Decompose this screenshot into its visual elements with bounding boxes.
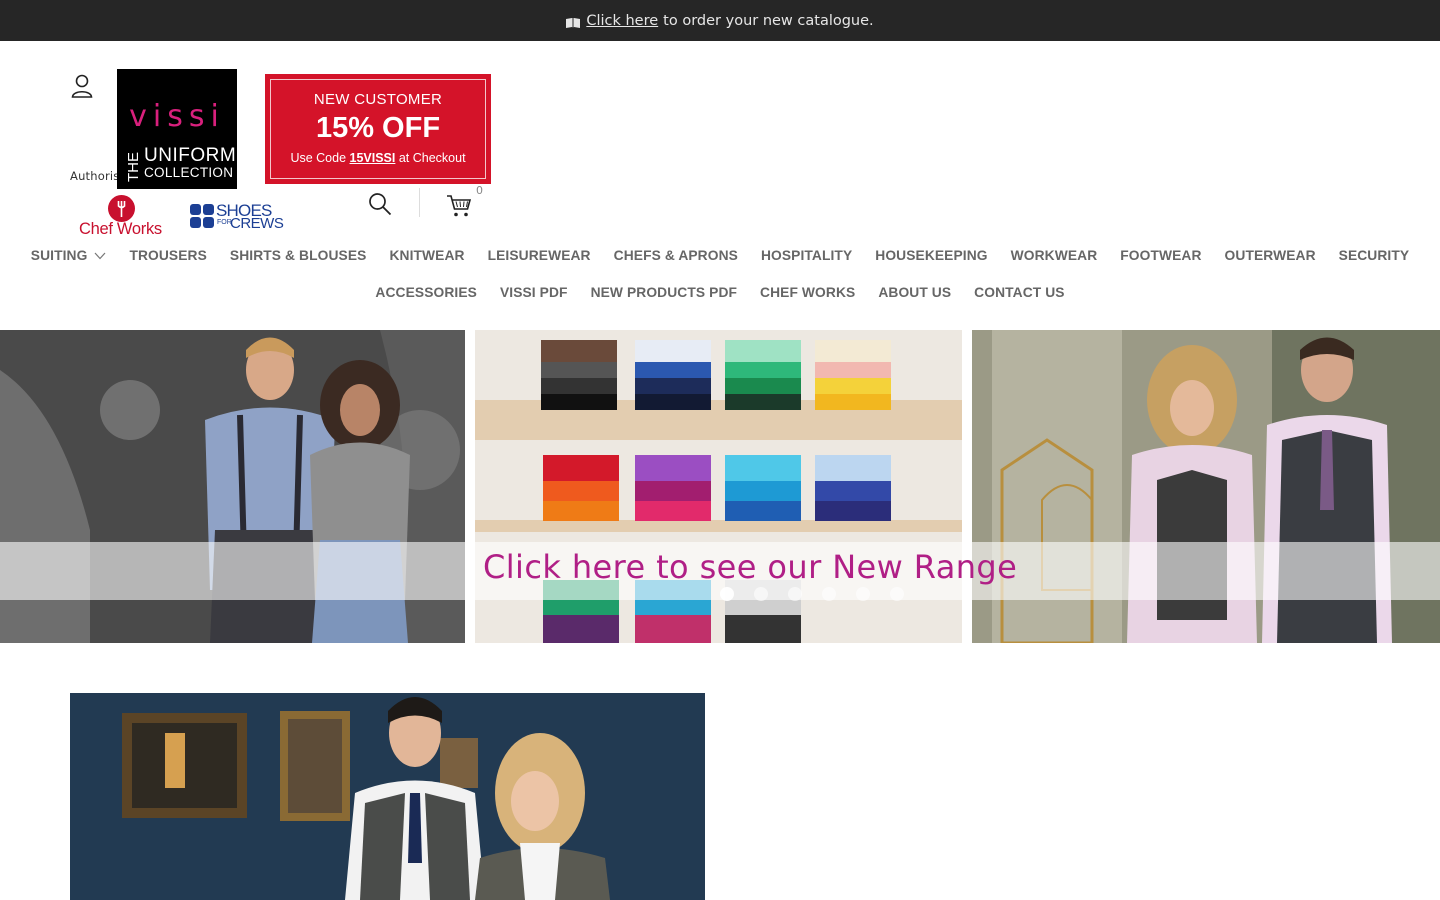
logo-the-text: THE: [125, 152, 142, 182]
chefworks-partner-logo[interactable]: Chef Works: [78, 195, 168, 240]
authorised-text: Authoris: [70, 169, 120, 183]
chefworks-emblem: [108, 195, 135, 222]
announcement-text: to order your new catalogue.: [663, 12, 874, 29]
nav-item-contact-us[interactable]: CONTACT US: [974, 285, 1064, 300]
nav-item-suiting[interactable]: SUITING: [31, 248, 107, 263]
nav-item-accessories[interactable]: ACCESSORIES: [375, 285, 477, 300]
cart-icon[interactable]: [446, 194, 472, 218]
header-divider: [419, 188, 420, 217]
slider-dot-5[interactable]: [856, 587, 870, 601]
logo-uniform-text: UNIFORM: [144, 145, 237, 166]
nav-item-footwear[interactable]: FOOTWEAR: [1120, 248, 1201, 263]
sfc-emblem-icon: [190, 204, 214, 228]
announcement-bar: Click here to order your new catalogue.: [0, 0, 1440, 41]
promo-code: 15VISSI: [349, 151, 396, 165]
promo-discount: 15% OFF: [315, 112, 441, 144]
search-icon[interactable]: [368, 192, 392, 216]
nav-item-vissi-pdf[interactable]: VISSI PDF: [500, 285, 568, 300]
chevron-down-icon: [94, 252, 106, 259]
slider-dots: [720, 587, 904, 601]
logo-collection-text: COLLECTION: [144, 165, 234, 180]
nav-item-workwear[interactable]: WORKWEAR: [1011, 248, 1098, 263]
nav-item-new-products-pdf[interactable]: NEW PRODUCTS PDF: [591, 285, 737, 300]
nav-item-shirts-blouses[interactable]: SHIRTS & BLOUSES: [230, 248, 367, 263]
slider-dot-4[interactable]: [822, 587, 836, 601]
nav-item-chef-works[interactable]: CHEF WORKS: [760, 285, 855, 300]
new-customer-promo-banner[interactable]: NEW CUSTOMER 15% OFF Use Code 15VISSI at…: [265, 74, 491, 184]
logo-brand-text: vissi: [129, 99, 225, 134]
hero-slider[interactable]: Click here to see our New Range: [0, 330, 1440, 643]
site-logo[interactable]: vissi THE UNIFORM COLLECTION: [117, 69, 237, 189]
feature-image-suiting[interactable]: [70, 693, 705, 900]
nav-item-knitwear[interactable]: KNITWEAR: [389, 248, 464, 263]
slider-dot-3[interactable]: [788, 587, 802, 601]
svg-text:THE: THE: [125, 152, 142, 182]
nav-item-hospitality[interactable]: HOSPITALITY: [761, 248, 852, 263]
slider-dot-2[interactable]: [754, 587, 768, 601]
cart-count-badge: 0: [476, 184, 483, 197]
main-nav-row-2: ACCESSORIES VISSI PDF NEW PRODUCTS PDF C…: [0, 285, 1440, 300]
promo-code-line: Use Code 15VISSI at Checkout: [290, 151, 466, 165]
nav-item-outerwear[interactable]: OUTERWEAR: [1225, 248, 1316, 263]
slider-dot-1[interactable]: [720, 587, 734, 601]
hero-caption[interactable]: Click here to see our New Range: [483, 548, 1017, 586]
nav-item-trousers[interactable]: TROUSERS: [129, 248, 206, 263]
catalogue-book-icon: [566, 18, 581, 28]
nav-item-leisurewear[interactable]: LEISUREWEAR: [488, 248, 591, 263]
shoes-for-crews-partner-logo[interactable]: SHOES FOR CREWS: [188, 201, 284, 233]
nav-item-security[interactable]: SECURITY: [1339, 248, 1410, 263]
fork-icon: [117, 201, 126, 217]
nav-item-about-us[interactable]: ABOUT US: [878, 285, 951, 300]
slider-dot-6[interactable]: [890, 587, 904, 601]
nav-item-chefs-aprons[interactable]: CHEFS & APRONS: [614, 248, 738, 263]
sfc-crews-text: CREWS: [230, 215, 284, 232]
nav-item-housekeeping[interactable]: HOUSEKEEPING: [875, 248, 987, 263]
order-catalogue-link[interactable]: Click here: [586, 13, 658, 29]
promo-headline: NEW CUSTOMER: [313, 91, 443, 108]
chefworks-text: Chef Works: [79, 220, 162, 238]
main-nav-row-1: SUITING TROUSERS SHIRTS & BLOUSES KNITWE…: [0, 248, 1440, 263]
account-icon[interactable]: [71, 74, 93, 98]
